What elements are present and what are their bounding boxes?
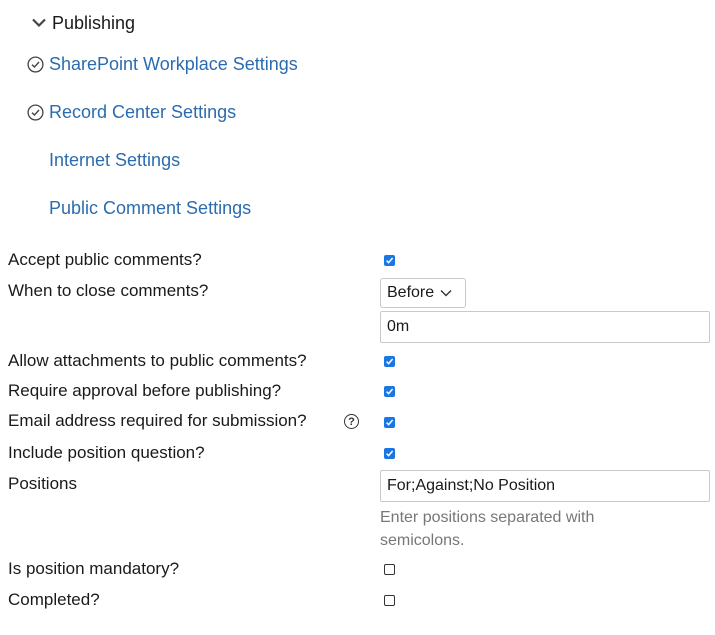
chevron-down-icon <box>440 290 452 297</box>
check-circle-icon <box>26 103 44 121</box>
positions-input[interactable]: For;Against;No Position <box>380 470 710 502</box>
check-circle-icon <box>26 55 44 73</box>
positions-hint: Enter positions separated with semicolon… <box>380 509 595 549</box>
completed-checkbox[interactable] <box>384 595 395 606</box>
close-offset-input[interactable]: 0m <box>380 311 710 343</box>
nav-item-internet-settings[interactable]: Internet Settings <box>26 147 180 173</box>
allow-attachments-label: Allow attachments to public comments? <box>8 351 307 370</box>
completed-label: Completed? <box>8 590 100 609</box>
when-to-close-label: When to close comments? <box>8 281 209 300</box>
email-required-label: Email address required for submission? <box>8 411 307 430</box>
require-approval-checkbox[interactable] <box>384 386 395 397</box>
positions-value: For;Against;No Position <box>387 477 556 494</box>
nav-item-record-center-settings[interactable]: Record Center Settings <box>26 99 236 125</box>
require-approval-label: Require approval before publishing? <box>8 381 282 400</box>
position-mandatory-checkbox[interactable] <box>384 564 395 575</box>
publishing-section-toggle[interactable]: Publishing <box>32 10 135 36</box>
close-timing-select[interactable]: Before <box>380 278 466 308</box>
help-icon[interactable]: ? <box>344 414 359 429</box>
nav-label: SharePoint Workplace Settings <box>49 53 298 74</box>
accept-public-comments-checkbox[interactable] <box>384 255 395 266</box>
include-position-label: Include position question? <box>8 443 205 462</box>
positions-label: Positions <box>8 474 77 493</box>
allow-attachments-checkbox[interactable] <box>384 356 395 367</box>
close-timing-value: Before <box>387 284 435 301</box>
section-title: Publishing <box>52 12 136 33</box>
nav-label: Record Center Settings <box>49 101 237 122</box>
nav-item-public-comment-settings[interactable]: Public Comment Settings <box>26 195 251 221</box>
nav-label: Internet Settings <box>49 149 181 170</box>
position-mandatory-label: Is position mandatory? <box>8 559 180 578</box>
include-position-checkbox[interactable] <box>384 448 395 459</box>
email-required-checkbox[interactable] <box>384 417 395 428</box>
nav-label: Public Comment Settings <box>49 197 252 218</box>
accept-public-comments-label: Accept public comments? <box>8 250 202 269</box>
chevron-down-icon <box>32 18 46 28</box>
nav-item-sharepoint-workplace-settings[interactable]: SharePoint Workplace Settings <box>26 51 298 77</box>
close-offset-value: 0m <box>387 318 410 335</box>
